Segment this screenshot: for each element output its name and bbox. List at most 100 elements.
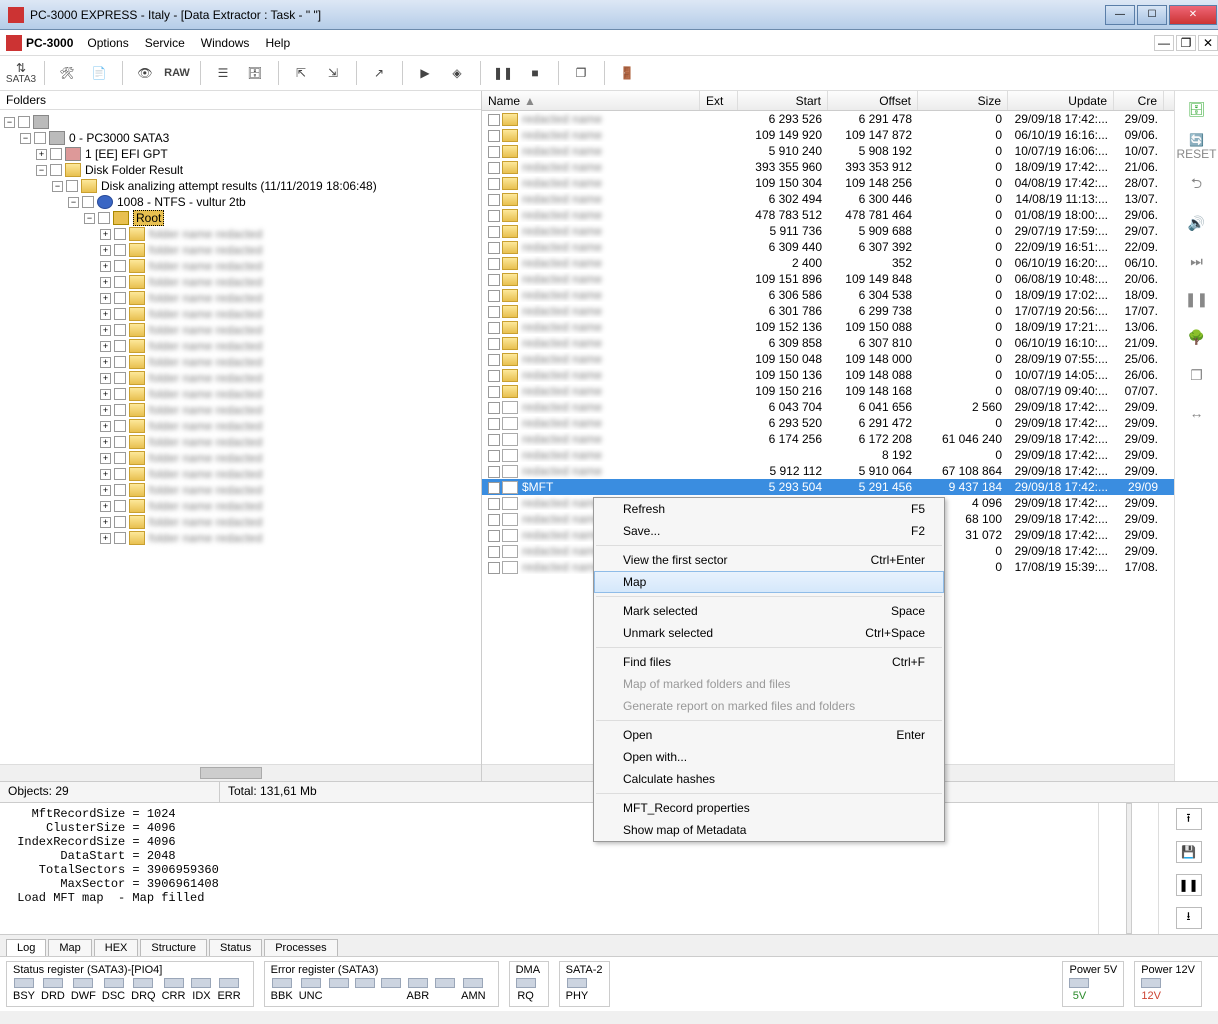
table-row[interactable]: redacted name2 400352006/10/19 16:20:...… bbox=[482, 255, 1174, 271]
ctx-open-with-[interactable]: Open with... bbox=[594, 746, 944, 768]
col-offset[interactable]: Offset bbox=[828, 91, 918, 110]
menu-windows[interactable]: Windows bbox=[201, 36, 250, 50]
row-checkbox[interactable] bbox=[488, 178, 500, 190]
ctx-map[interactable]: Map bbox=[594, 571, 944, 593]
row-checkbox[interactable] bbox=[488, 322, 500, 334]
log-copy-button[interactable]: ⭳ bbox=[1176, 907, 1202, 929]
row-checkbox[interactable] bbox=[488, 226, 500, 238]
stack-icon[interactable]: ☰ bbox=[208, 59, 238, 87]
row-checkbox[interactable] bbox=[488, 546, 500, 558]
col-size[interactable]: Size bbox=[918, 91, 1008, 110]
down-icon[interactable]: ⇲ bbox=[318, 59, 348, 87]
table-row[interactable]: redacted name6 309 8586 307 810006/10/19… bbox=[482, 335, 1174, 351]
table-row[interactable]: redacted name109 150 216109 148 168008/0… bbox=[482, 383, 1174, 399]
row-checkbox[interactable] bbox=[488, 434, 500, 446]
table-row[interactable]: redacted name6 309 4406 307 392022/09/19… bbox=[482, 239, 1174, 255]
reset-button[interactable]: 🔄RESET bbox=[1183, 133, 1211, 161]
table-row[interactable]: redacted name478 783 512478 781 464001/0… bbox=[482, 207, 1174, 223]
row-checkbox[interactable] bbox=[488, 242, 500, 254]
pause-side-icon[interactable]: ❚❚ bbox=[1183, 285, 1211, 313]
table-row[interactable]: $MFT5 293 5045 291 4569 437 18429/09/18 … bbox=[482, 479, 1174, 495]
table-row[interactable]: redacted name393 355 960393 353 912018/0… bbox=[482, 159, 1174, 175]
row-checkbox[interactable] bbox=[488, 482, 500, 494]
ctx-calculate-hashes[interactable]: Calculate hashes bbox=[594, 768, 944, 790]
table-row[interactable]: redacted name109 151 896109 149 848006/0… bbox=[482, 271, 1174, 287]
play-icon[interactable]: ▶ bbox=[410, 59, 440, 87]
row-checkbox[interactable] bbox=[488, 146, 500, 158]
row-checkbox[interactable] bbox=[488, 162, 500, 174]
ctx-find-files[interactable]: Find filesCtrl+F bbox=[594, 651, 944, 673]
binocular-icon[interactable]: 👁 bbox=[130, 59, 160, 87]
pause-icon[interactable]: ❚❚ bbox=[488, 59, 518, 87]
row-checkbox[interactable] bbox=[488, 418, 500, 430]
col-update[interactable]: Update bbox=[1008, 91, 1114, 110]
table-row[interactable]: redacted name8 192029/09/18 17:42:...29/… bbox=[482, 447, 1174, 463]
ctx-mft-record-properties[interactable]: MFT_Record properties bbox=[594, 797, 944, 819]
table-row[interactable]: redacted name6 302 4946 300 446014/08/19… bbox=[482, 191, 1174, 207]
table-row[interactable]: redacted name6 301 7866 299 738017/07/19… bbox=[482, 303, 1174, 319]
sound-icon[interactable]: 🔊 bbox=[1183, 209, 1211, 237]
row-checkbox[interactable] bbox=[488, 450, 500, 462]
row-checkbox[interactable] bbox=[488, 258, 500, 270]
ctx-refresh[interactable]: RefreshF5 bbox=[594, 498, 944, 520]
row-checkbox[interactable] bbox=[488, 530, 500, 542]
tab-log[interactable]: Log bbox=[6, 939, 46, 956]
close-button[interactable]: ✕ bbox=[1169, 5, 1217, 25]
exit-icon[interactable]: 🚪 bbox=[612, 59, 642, 87]
tab-processes[interactable]: Processes bbox=[264, 939, 337, 956]
table-row[interactable]: redacted name109 150 136109 148 088010/0… bbox=[482, 367, 1174, 383]
tab-structure[interactable]: Structure bbox=[140, 939, 207, 956]
table-row[interactable]: redacted name5 912 1125 910 06467 108 86… bbox=[482, 463, 1174, 479]
raw-button[interactable]: RAW bbox=[162, 59, 192, 87]
stop-icon[interactable]: ■ bbox=[520, 59, 550, 87]
menu-options[interactable]: Options bbox=[87, 36, 128, 50]
report-icon[interactable]: 📄 bbox=[84, 59, 114, 87]
row-checkbox[interactable] bbox=[488, 338, 500, 350]
horizontal-scrollbar[interactable] bbox=[0, 764, 481, 781]
table-row[interactable]: redacted name6 293 5266 291 478029/09/18… bbox=[482, 111, 1174, 127]
row-checkbox[interactable] bbox=[488, 290, 500, 302]
maximize-button[interactable]: ☐ bbox=[1137, 5, 1167, 25]
copy2-icon[interactable]: ❐ bbox=[1183, 361, 1211, 389]
row-checkbox[interactable] bbox=[488, 354, 500, 366]
ctx-show-map-of-metadata[interactable]: Show map of Metadata bbox=[594, 819, 944, 841]
log-pause-button[interactable]: ❚❚ bbox=[1176, 874, 1202, 896]
col-ext[interactable]: Ext bbox=[700, 91, 738, 110]
mdi-minimize-button[interactable]: — bbox=[1154, 35, 1174, 51]
up-icon[interactable]: ⇱ bbox=[286, 59, 316, 87]
table-row[interactable]: redacted name6 174 2566 172 20861 046 24… bbox=[482, 431, 1174, 447]
back-icon[interactable]: ⮌ bbox=[1183, 171, 1211, 199]
row-checkbox[interactable] bbox=[488, 498, 500, 510]
log-save-button[interactable]: 💾 bbox=[1176, 841, 1202, 863]
table-row[interactable]: redacted name109 152 136109 150 088018/0… bbox=[482, 319, 1174, 335]
menu-help[interactable]: Help bbox=[265, 36, 290, 50]
table-row[interactable]: redacted name6 293 5206 291 472029/09/18… bbox=[482, 415, 1174, 431]
col-created[interactable]: Cre bbox=[1114, 91, 1164, 110]
copy-icon[interactable]: ❐ bbox=[566, 59, 596, 87]
row-checkbox[interactable] bbox=[488, 514, 500, 526]
table-row[interactable]: redacted name5 911 7365 909 688029/07/19… bbox=[482, 223, 1174, 239]
table-row[interactable]: redacted name5 910 2405 908 192010/07/19… bbox=[482, 143, 1174, 159]
tab-map[interactable]: Map bbox=[48, 939, 91, 956]
table-row[interactable]: redacted name6 306 5866 304 538018/09/19… bbox=[482, 287, 1174, 303]
expand-icon[interactable]: − bbox=[4, 117, 15, 128]
row-checkbox[interactable] bbox=[488, 194, 500, 206]
row-checkbox[interactable] bbox=[488, 210, 500, 222]
minimize-button[interactable]: — bbox=[1105, 5, 1135, 25]
row-checkbox[interactable] bbox=[488, 402, 500, 414]
row-checkbox[interactable] bbox=[488, 274, 500, 286]
col-name[interactable]: Name ▲ bbox=[482, 91, 700, 110]
db-icon[interactable]: 🗄 bbox=[240, 59, 270, 87]
tab-hex[interactable]: HEX bbox=[94, 939, 139, 956]
row-checkbox[interactable] bbox=[488, 466, 500, 478]
tab-status[interactable]: Status bbox=[209, 939, 262, 956]
ctx-view-the-first-sector[interactable]: View the first sectorCtrl+Enter bbox=[594, 549, 944, 571]
sata3-button[interactable]: ⇅SATA3 bbox=[6, 59, 36, 87]
horizontal-icon[interactable]: ↔ bbox=[1183, 399, 1211, 427]
log-up-button[interactable]: ⭱ bbox=[1176, 808, 1202, 830]
ctx-open[interactable]: OpenEnter bbox=[594, 724, 944, 746]
folder-tree[interactable]: − −0 - PC3000 SATA3 +1 [EE] EFI GPT −Dis… bbox=[0, 110, 481, 764]
row-checkbox[interactable] bbox=[488, 370, 500, 382]
log-scrollbar[interactable] bbox=[1126, 803, 1132, 934]
next-icon[interactable]: ⏭ bbox=[1183, 247, 1211, 275]
